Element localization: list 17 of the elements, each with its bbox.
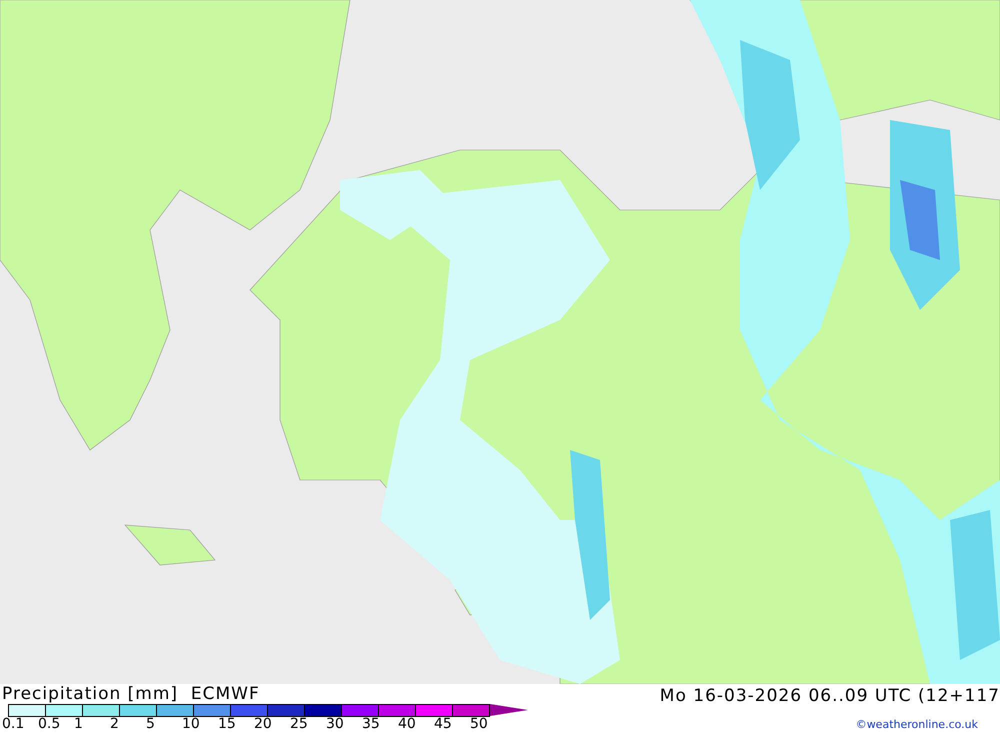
valid-time: Mo 16-03-2026 06..09 UTC (12+117 bbox=[660, 685, 1000, 706]
legend-label: 0.1 bbox=[2, 716, 26, 732]
legend-label: 35 bbox=[362, 716, 381, 732]
legend-label: 0.5 bbox=[38, 716, 62, 732]
legend-label: 5 bbox=[146, 716, 156, 732]
legend-label: 10 bbox=[182, 716, 201, 732]
chart-title: Precipitation [mm] ECMWF bbox=[2, 684, 261, 704]
credit-text: ©weatheronline.co.uk bbox=[856, 718, 978, 731]
legend-label: 20 bbox=[254, 716, 273, 732]
legend-label: 1 bbox=[74, 716, 84, 732]
legend-label: 30 bbox=[326, 716, 345, 732]
legend-label: 25 bbox=[290, 716, 309, 732]
legend-label: 45 bbox=[434, 716, 453, 732]
legend-label: 50 bbox=[470, 716, 489, 732]
legend-label: 2 bbox=[110, 716, 120, 732]
legend-label: 15 bbox=[218, 716, 237, 732]
legend-label: 40 bbox=[398, 716, 417, 732]
